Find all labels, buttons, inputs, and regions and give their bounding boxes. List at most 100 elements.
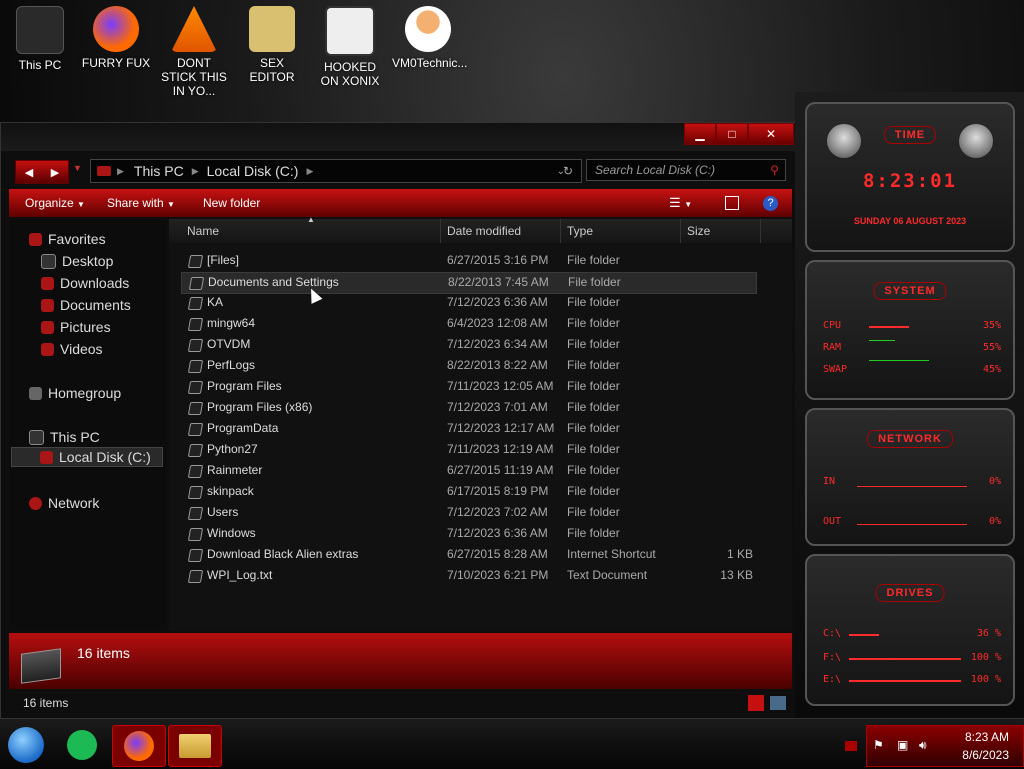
- folder-icon: [187, 297, 204, 310]
- maximize-button[interactable]: □: [716, 123, 748, 145]
- file-name: Users: [207, 505, 239, 519]
- alien-head-icon: [959, 124, 993, 158]
- details-view-icon[interactable]: [748, 695, 764, 711]
- table-row[interactable]: Rainmeter 6/27/2015 11:19 AM File folder: [181, 461, 755, 481]
- table-row[interactable]: Windows 7/12/2023 6:36 AM File folder: [181, 524, 755, 544]
- show-hidden-icons[interactable]: [845, 741, 857, 751]
- tiles-view-icon[interactable]: [770, 696, 786, 710]
- table-row[interactable]: mingw64 6/4/2023 12:08 AM File folder: [181, 314, 755, 334]
- file-name: OTVDM: [207, 337, 251, 351]
- desktop-icon-dont-stick[interactable]: DONT STICK THIS IN YO...: [158, 6, 230, 98]
- file-type: File folder: [567, 484, 620, 498]
- desktop-icon-label: SEX EDITOR: [249, 56, 295, 84]
- organize-button[interactable]: Organize ▼: [25, 196, 85, 210]
- file-date: 6/4/2023 12:08 AM: [447, 316, 548, 330]
- taskbar-file-explorer[interactable]: [168, 725, 222, 767]
- folder-icon: [187, 444, 204, 457]
- start-button[interactable]: [8, 727, 44, 763]
- cpu-value: 35%: [982, 320, 1001, 331]
- nav-documents[interactable]: Documents: [41, 297, 131, 313]
- column-header-type[interactable]: Type: [561, 219, 681, 243]
- desktop-icon-furry-fux[interactable]: FURRY FUX: [80, 6, 152, 70]
- file-size: 1 KB: [726, 547, 753, 561]
- file-date: 8/22/2013 7:45 AM: [448, 275, 549, 289]
- refresh-icon[interactable]: ↻: [563, 164, 573, 178]
- file-date: 7/12/2023 7:01 AM: [447, 400, 548, 414]
- clock-time: 8:23:01: [862, 170, 958, 192]
- close-button[interactable]: ✕: [748, 123, 794, 145]
- help-icon[interactable]: ?: [763, 195, 778, 211]
- nav-this-pc[interactable]: This PC: [29, 429, 100, 445]
- nav-desktop[interactable]: Desktop: [41, 253, 113, 269]
- nav-favorites[interactable]: Favorites: [29, 231, 106, 247]
- table-row[interactable]: Program Files (x86) 7/12/2023 7:01 AM File…: [181, 398, 755, 418]
- net-out-graph: [857, 524, 967, 525]
- nav-pictures[interactable]: Pictures: [41, 319, 111, 335]
- share-with-button[interactable]: Share with ▼: [107, 196, 175, 210]
- file-name: Program Files: [207, 379, 282, 393]
- table-row[interactable]: WPI_Log.txt 7/10/2023 6:21 PM Text Documen…: [181, 566, 755, 586]
- preview-pane-icon[interactable]: [725, 196, 739, 210]
- firefox-icon: [124, 731, 154, 761]
- minimize-button[interactable]: ▁: [684, 123, 716, 145]
- folder-icon: [187, 255, 204, 268]
- nav-buttons: ◀ ▶: [15, 160, 69, 184]
- table-row[interactable]: Program Files 7/11/2023 12:05 AM File fold…: [181, 377, 755, 397]
- clock-date[interactable]: 8/6/2023: [962, 748, 1009, 762]
- table-row[interactable]: Users 7/12/2023 7:02 AM File folder: [181, 503, 755, 523]
- file-date: 6/27/2015 3:16 PM: [447, 253, 549, 267]
- clock-time[interactable]: 8:23 AM: [965, 730, 1009, 744]
- file-type: File folder: [567, 505, 620, 519]
- table-row[interactable]: OTVDM 7/12/2023 6:34 AM File folder: [181, 335, 755, 355]
- window-title-bar[interactable]: [1, 123, 796, 151]
- file-date: 6/27/2015 8:28 AM: [447, 547, 548, 561]
- file-name: Program Files (x86): [207, 400, 313, 414]
- table-row[interactable]: Python27 7/11/2023 12:19 AM File folder: [181, 440, 755, 460]
- desktop-icon-vm0technic[interactable]: VM0Technic...: [392, 6, 467, 70]
- address-bar[interactable]: ▶ This PC ▶ Local Disk (C:) ▶ ⌄ ↻: [90, 159, 582, 183]
- nav-downloads[interactable]: Downloads: [41, 275, 129, 291]
- desktop-icon-this-pc[interactable]: This PC: [4, 6, 76, 72]
- volume-icon[interactable]: 🔊︎: [919, 738, 927, 753]
- flag-icon[interactable]: ⚑: [873, 738, 884, 752]
- column-header-date[interactable]: Date modified: [441, 219, 561, 243]
- table-row[interactable]: Documents and Settings 8/22/2013 7:45 AM F…: [181, 272, 757, 294]
- recent-locations-icon[interactable]: ▼: [73, 163, 82, 173]
- back-button[interactable]: ◀: [16, 161, 42, 183]
- table-row[interactable]: skinpack 6/17/2015 8:19 PM File folder: [181, 482, 755, 502]
- table-row[interactable]: KA 7/12/2023 6:36 AM File folder: [181, 293, 755, 313]
- network-tray-icon[interactable]: ▣: [897, 738, 908, 752]
- computer-icon: [29, 429, 44, 445]
- search-input[interactable]: Search Local Disk (C:) ⚲: [586, 159, 786, 181]
- breadcrumb-this-pc[interactable]: This PC: [134, 163, 184, 179]
- folder-icon: [179, 734, 211, 758]
- table-row[interactable]: ProgramData 7/12/2023 12:17 AM File folder: [181, 419, 755, 439]
- details-item-count: 16 items: [77, 645, 130, 661]
- file-type: File folder: [567, 526, 620, 540]
- network-gadget: NETWORK IN 0% OUT 0%: [805, 408, 1015, 546]
- desktop-icon-hooked-on-xonix[interactable]: HOOKED ON XONIX: [314, 6, 386, 88]
- details-pane: 16 items: [9, 633, 792, 689]
- nav-network[interactable]: Network: [29, 495, 99, 511]
- forward-button[interactable]: ▶: [42, 161, 68, 183]
- star-icon: [29, 232, 42, 246]
- desktop-icon-sex-editor[interactable]: SEX EDITOR: [236, 6, 308, 84]
- folder-icon: [187, 423, 204, 436]
- table-row[interactable]: PerfLogs 8/22/2013 8:22 AM File folder: [181, 356, 755, 376]
- file-type: Text Document: [567, 568, 648, 582]
- nav-homegroup[interactable]: Homegroup: [29, 385, 121, 401]
- breadcrumb-local-disk[interactable]: Local Disk (C:): [207, 163, 299, 179]
- file-name: [Files]: [207, 253, 240, 267]
- view-options-icon[interactable]: ☰ ▼: [669, 195, 692, 211]
- column-header-size[interactable]: Size: [681, 219, 761, 243]
- file-date: 7/12/2023 12:17 AM: [447, 421, 555, 435]
- nav-local-disk[interactable]: Local Disk (C:): [11, 447, 163, 467]
- nav-videos[interactable]: Videos: [41, 341, 103, 357]
- new-folder-button[interactable]: New folder: [203, 196, 260, 210]
- file-type: File folder: [567, 358, 620, 372]
- taskbar-spotify[interactable]: [56, 725, 108, 765]
- column-header-name[interactable]: Name ▲: [179, 215, 441, 243]
- table-row[interactable]: [Files] 6/27/2015 3:16 PM File folder: [181, 251, 755, 271]
- table-row[interactable]: Download Black Alien extras 6/27/2015 8:2…: [181, 545, 755, 565]
- taskbar-firefox[interactable]: [112, 725, 166, 767]
